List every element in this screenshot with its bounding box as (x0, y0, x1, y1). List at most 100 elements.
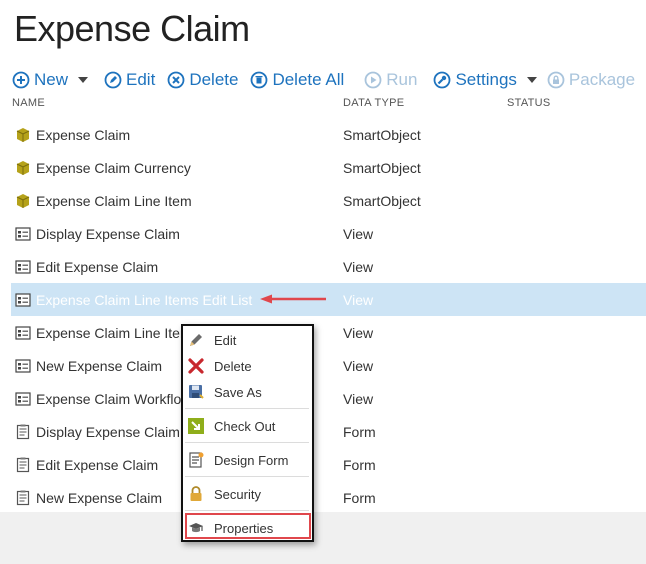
row-name: Expense Claim Workflo (36, 390, 182, 407)
row-data-type: View (343, 324, 374, 341)
delete-all-label: Delete All (272, 70, 345, 89)
view-icon (14, 291, 32, 309)
table-row[interactable]: Expense Claim Currency SmartObject (11, 151, 646, 184)
row-name: Expense Claim Line Iter (36, 324, 185, 341)
smartobject-icon (14, 159, 32, 177)
table-row[interactable]: Expense Claim Workflo View (11, 382, 646, 415)
row-data-type: Form (343, 489, 376, 506)
table-row[interactable]: New Expense Claim View (11, 349, 646, 382)
page-title: Expense Claim (14, 8, 250, 49)
view-icon (14, 390, 32, 408)
row-data-type: Form (343, 423, 376, 440)
row-name: Expense Claim Currency (36, 159, 191, 176)
item-list: Expense Claim SmartObject Expense Claim Cu… (11, 118, 646, 514)
row-name-cell: Display Expense Claim (14, 423, 180, 441)
row-name: Expense Claim Line Items Edit List (36, 291, 253, 308)
package-label: Package (568, 70, 636, 89)
red-x-icon (186, 356, 206, 376)
form-icon (14, 423, 32, 441)
delete-all-button[interactable]: Delete All (250, 70, 344, 90)
context-menu-check-out[interactable]: Check Out (183, 413, 312, 439)
smartobject-icon (14, 126, 32, 144)
view-icon (14, 357, 32, 375)
new-dropdown-chevron-icon[interactable] (78, 77, 89, 83)
trash-circle-icon (250, 71, 268, 89)
row-name-cell: New Expense Claim (14, 489, 162, 507)
settings-dropdown-chevron-icon[interactable] (526, 77, 537, 83)
row-data-type: Form (343, 456, 376, 473)
row-name-cell: Edit Expense Claim (14, 258, 158, 276)
edit-label: Edit (126, 70, 156, 89)
row-data-type: SmartObject (343, 126, 421, 143)
table-row[interactable]: Expense Claim SmartObject (11, 118, 646, 151)
delete-button[interactable]: Delete (167, 70, 238, 90)
edit-button[interactable]: Edit (104, 70, 155, 90)
design-form-icon (186, 450, 206, 470)
new-label: New (34, 70, 69, 89)
row-data-type: SmartObject (343, 159, 421, 176)
column-header-status[interactable]: STATUS (507, 97, 551, 109)
context-menu-edit-label: Edit (214, 332, 237, 348)
properties-highlight-box (185, 513, 311, 539)
row-data-type: View (343, 225, 374, 242)
new-button[interactable]: New (12, 70, 68, 90)
settings-label: Settings (455, 70, 517, 89)
row-name-cell: Expense Claim Line Items Edit List (14, 291, 252, 309)
context-menu-delete-label: Delete (214, 358, 252, 374)
plus-circle-icon (12, 71, 30, 89)
table-row[interactable]: Edit Expense Claim Form (11, 448, 646, 481)
row-name-cell: Display Expense Claim (14, 225, 180, 243)
context-menu-save-as-label: Save As (214, 384, 262, 400)
padlock-icon (186, 484, 206, 504)
table-row[interactable]: New Expense Claim Form (11, 481, 646, 514)
context-menu-edit[interactable]: Edit (183, 327, 312, 353)
context-menu-check-out-label: Check Out (214, 418, 276, 434)
run-label: Run (386, 70, 418, 89)
row-name: New Expense Claim (36, 357, 163, 374)
settings-button[interactable]: Settings (433, 70, 517, 90)
view-icon (14, 258, 32, 276)
context-menu-delete[interactable]: Delete (183, 353, 312, 379)
delete-label: Delete (189, 70, 239, 89)
row-name: New Expense Claim (36, 489, 163, 506)
context-menu-separator (185, 476, 309, 477)
row-data-type: View (343, 357, 374, 374)
table-row[interactable]: Expense Claim Line Iter View (11, 316, 646, 349)
context-menu-security-label: Security (214, 486, 261, 502)
row-name: Display Expense Claim (36, 423, 180, 440)
package-button[interactable]: Package (547, 70, 635, 90)
context-menu-separator (185, 408, 309, 409)
row-data-type: View (343, 258, 374, 275)
table-row[interactable]: Edit Expense Claim View (11, 250, 646, 283)
context-menu-security[interactable]: Security (183, 481, 312, 507)
row-name: Edit Expense Claim (36, 258, 159, 275)
context-menu-save-as[interactable]: Save As (183, 379, 312, 405)
toolbar: New Edit Delete Delete All Run Settings (12, 68, 646, 92)
lock-circle-icon (547, 71, 565, 89)
smartobject-icon (14, 192, 32, 210)
row-name-cell: Expense Claim Line Iter (14, 324, 185, 342)
table-row[interactable]: Expense Claim Line Item SmartObject (11, 184, 646, 217)
row-data-type: View (343, 390, 374, 407)
play-circle-icon (364, 71, 382, 89)
row-name: Display Expense Claim (36, 225, 180, 242)
row-name-cell: Expense Claim Currency (14, 159, 191, 177)
table-row[interactable]: Expense Claim Line Items Edit List View (11, 283, 646, 316)
column-header-data-type[interactable]: DATA TYPE (343, 97, 404, 109)
context-menu-design-form[interactable]: Design Form (183, 447, 312, 473)
table-row[interactable]: Display Expense Claim View (11, 217, 646, 250)
form-icon (14, 489, 32, 507)
row-name-cell: New Expense Claim (14, 357, 162, 375)
footer-area (0, 512, 646, 564)
run-button[interactable]: Run (364, 70, 417, 90)
row-name-cell: Expense Claim Workflo (14, 390, 181, 408)
column-header-name[interactable]: NAME (12, 97, 45, 109)
check-out-icon (186, 416, 206, 436)
context-menu-design-form-label: Design Form (214, 452, 289, 468)
form-icon (14, 456, 32, 474)
annotation-arrow-icon (260, 294, 326, 304)
table-row[interactable]: Display Expense Claim Form (11, 415, 646, 448)
wrench-circle-icon (433, 71, 451, 89)
pencil-icon (186, 330, 206, 350)
row-data-type: View (343, 291, 374, 308)
